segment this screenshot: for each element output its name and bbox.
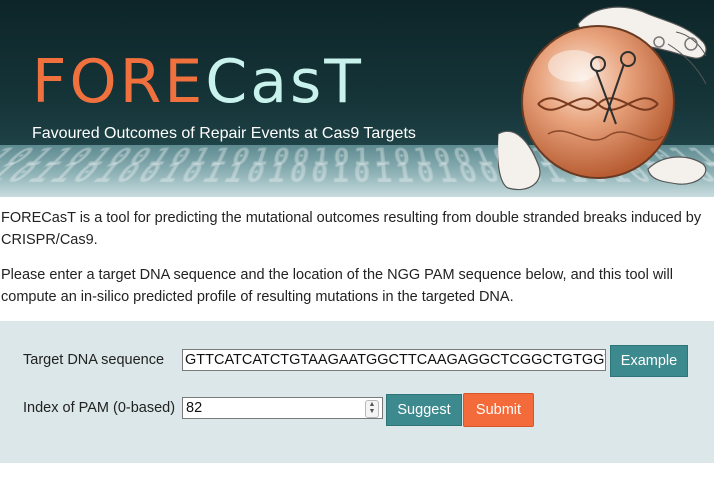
spinner-down-icon[interactable]: ▼ <box>369 408 376 415</box>
submit-button[interactable]: Submit <box>463 393 534 427</box>
app-subtitle: Favoured Outcomes of Repair Events at Ca… <box>32 125 416 142</box>
crystal-ball-illustration <box>498 6 707 191</box>
prediction-form: Target DNA sequence GTTCATCATCTGTAAGAATG… <box>0 321 714 463</box>
number-spinner[interactable]: ▲ ▼ <box>365 400 379 418</box>
pam-index-label: Index of PAM (0-based) <box>23 400 176 416</box>
intro-paragraph: FORECasT is a tool for predicting the mu… <box>1 210 702 248</box>
pam-index-value: 82 <box>186 400 203 416</box>
spinner-up-icon[interactable]: ▲ <box>369 401 376 408</box>
pam-index-input[interactable]: 82 ▲ ▼ <box>182 397 383 419</box>
suggest-button[interactable]: Suggest <box>386 394 462 426</box>
example-button[interactable]: Example <box>610 345 688 377</box>
target-sequence-value: GTTCATCATCTGTAAGAATGGCTTCAAGAGGCTCGGCTGT… <box>185 352 606 368</box>
target-sequence-input[interactable]: GTTCATCATCTGTAAGAATGGCTTCAAGAGGCTCGGCTGT… <box>182 349 606 371</box>
header-banner: 1011010010110100101101001011010010110100… <box>0 0 714 197</box>
instructions-paragraph: Please enter a target DNA sequence and t… <box>1 267 673 305</box>
sequence-label: Target DNA sequence <box>23 352 165 368</box>
app-title: FORECasT <box>32 47 364 117</box>
